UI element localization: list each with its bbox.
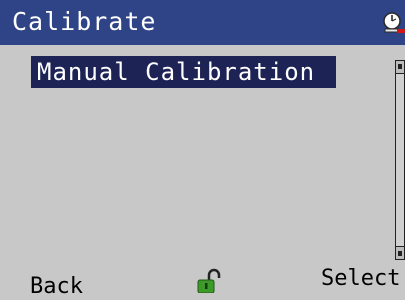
back-softkey[interactable]: Back [30, 274, 83, 300]
menu-item-manual-calibration[interactable]: Manual Calibration [31, 56, 336, 88]
screen-title: Calibrate [12, 7, 157, 36]
scrollbar[interactable] [395, 60, 405, 260]
unlocked-padlock-icon [197, 268, 221, 293]
gauge-icon [383, 12, 405, 33]
title-bar: Calibrate [0, 0, 405, 45]
select-softkey[interactable]: Select [321, 266, 400, 292]
